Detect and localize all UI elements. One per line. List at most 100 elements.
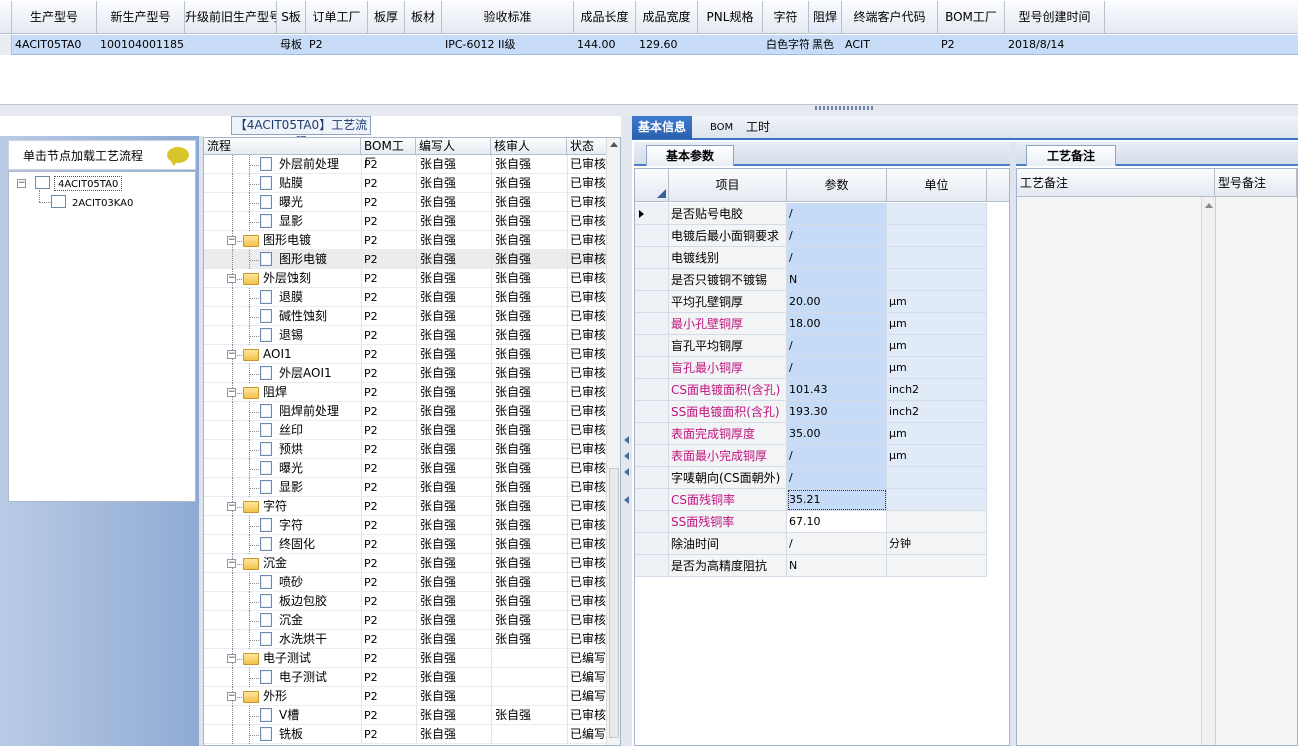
param-row[interactable]: CS面残铜率 35.21 xyxy=(635,489,1009,511)
param-row[interactable]: 平均孔壁铜厚 20.00 μm xyxy=(635,291,1009,313)
col-item[interactable]: 项目 xyxy=(669,169,787,202)
col-board-thickness[interactable]: 板厚 xyxy=(368,1,405,34)
process-row[interactable]: 碱性蚀刻 P2 张自强 张自强 已审核 xyxy=(204,307,608,326)
col-model-note[interactable]: 型号备注 xyxy=(1215,169,1297,197)
cell-board-material[interactable] xyxy=(408,35,442,55)
param-value[interactable]: / xyxy=(787,335,887,357)
param-value[interactable]: N xyxy=(787,555,887,577)
process-row[interactable]: − 外形 P2 张自强 已编写 xyxy=(204,687,608,706)
collapse-toggle-icon[interactable]: − xyxy=(227,236,236,245)
col-legend-color[interactable]: 字符 xyxy=(763,1,809,34)
process-row[interactable]: − 图形电镀 P2 张自强 张自强 已审核 xyxy=(204,231,608,250)
param-value[interactable]: 35.00 xyxy=(787,423,887,445)
tree-node-root[interactable]: 4ACIT05TA0 xyxy=(54,176,123,191)
middle-splitter[interactable] xyxy=(621,116,632,746)
process-row[interactable]: 电子测试 P2 张自强 已编写 xyxy=(204,668,608,687)
param-row[interactable]: 是否贴号电胶 / xyxy=(635,203,1009,225)
cell-board-thickness[interactable] xyxy=(371,35,405,55)
process-row[interactable]: 铣板 P2 张自强 已编写 xyxy=(204,725,608,744)
col-pnl-spec[interactable]: PNL规格 xyxy=(698,1,763,34)
process-row[interactable]: − 字符 P2 张自强 张自强 已审核 xyxy=(204,497,608,516)
cell-s-board[interactable]: 母板 xyxy=(280,35,306,55)
process-row[interactable]: V槽 P2 张自强 张自强 已审核 xyxy=(204,706,608,725)
param-value[interactable]: 35.21 xyxy=(787,489,887,511)
cell-product-width[interactable]: 129.60 xyxy=(639,35,698,55)
cell-new-prod-model[interactable]: 10010400118550 xyxy=(100,35,185,55)
process-row[interactable]: − 阻焊 P2 张自强 张自强 已审核 xyxy=(204,383,608,402)
collapse-toggle-icon[interactable]: − xyxy=(227,559,236,568)
col-s-board[interactable]: S板 xyxy=(277,1,306,34)
process-row[interactable]: 喷砂 P2 张自强 张自强 已审核 xyxy=(204,573,608,592)
process-row[interactable]: 退锡 P2 张自强 张自强 已审核 xyxy=(204,326,608,345)
col-product-width[interactable]: 成品宽度 xyxy=(636,1,698,34)
scroll-up-icon[interactable] xyxy=(610,142,618,147)
process-row[interactable]: 曝光 P2 张自强 张自强 已审核 xyxy=(204,459,608,478)
param-value[interactable]: / xyxy=(787,445,887,467)
cell-pnl-spec[interactable] xyxy=(701,35,763,55)
param-row[interactable]: 是否为高精度阻抗 N xyxy=(635,555,1009,577)
param-row[interactable]: 盲孔平均铜厚 / μm xyxy=(635,335,1009,357)
process-row[interactable]: 外层前处理 P2 张自强 张自强 已审核 xyxy=(204,155,608,174)
param-row[interactable]: 电镀后最小面铜要求 / xyxy=(635,225,1009,247)
col-solder-mask[interactable]: 阻焊 xyxy=(809,1,842,34)
param-value[interactable]: 193.30 xyxy=(787,401,887,423)
cell-solder-mask[interactable]: 黑色 xyxy=(812,35,842,55)
col-status[interactable]: 状态 xyxy=(567,138,608,155)
col-value[interactable]: 参数 xyxy=(787,169,887,202)
param-row[interactable]: 除油时间 / 分钟 xyxy=(635,533,1009,555)
param-value[interactable]: / xyxy=(787,533,887,555)
col-model-created-time[interactable]: 型号创建时间 xyxy=(1005,1,1105,34)
col-author[interactable]: 编写人 xyxy=(416,138,491,155)
col-customer-code[interactable]: 终端客户代码 xyxy=(842,1,938,34)
process-row[interactable]: 沉金 P2 张自强 张自强 已审核 xyxy=(204,611,608,630)
col-bom-factory[interactable]: BOM工厂 xyxy=(938,1,1005,34)
param-value[interactable]: / xyxy=(787,225,887,247)
tree-node-child[interactable]: 2ACIT03KA0 xyxy=(72,196,133,211)
process-row[interactable]: 丝印 P2 张自强 张自强 已审核 xyxy=(204,421,608,440)
collapse-toggle-icon[interactable]: − xyxy=(227,692,236,701)
process-row[interactable]: 预烘 P2 张自强 张自强 已审核 xyxy=(204,440,608,459)
param-value[interactable]: / xyxy=(787,203,887,225)
col-acceptance-std[interactable]: 验收标准 xyxy=(442,1,574,34)
cell-prod-model[interactable]: 4ACIT05TA0 xyxy=(15,35,97,55)
process-row[interactable]: 终固化 P2 张自强 张自强 已审核 xyxy=(204,535,608,554)
load-process-button[interactable]: 单击节点加载工艺流程 xyxy=(8,140,196,170)
param-value[interactable]: 18.00 xyxy=(787,313,887,335)
tab-basic-params[interactable]: 基本参数 xyxy=(646,145,734,166)
process-row[interactable]: 显影 P2 张自强 张自强 已审核 xyxy=(204,212,608,231)
tab-craft-notes[interactable]: 工艺备注 xyxy=(1026,145,1116,166)
param-value[interactable]: 20.00 xyxy=(787,291,887,313)
collapse-toggle-icon[interactable]: − xyxy=(227,350,236,359)
col-unit[interactable]: 单位 xyxy=(887,169,987,202)
param-row[interactable]: 是否只镀铜不镀锡 N xyxy=(635,269,1009,291)
param-row[interactable]: SS面电镀面积(含孔) 193.30 inch2 xyxy=(635,401,1009,423)
cell-customer-code[interactable]: ACIT xyxy=(845,35,938,55)
process-row[interactable]: 外层AOI1 P2 张自强 张自强 已审核 xyxy=(204,364,608,383)
collapse-toggle-icon[interactable]: − xyxy=(227,654,236,663)
process-scrollbar[interactable] xyxy=(606,138,620,745)
process-row[interactable]: − 外层蚀刻 P2 张自强 张自强 已审核 xyxy=(204,269,608,288)
tab-work-hours[interactable]: 工时 xyxy=(740,116,776,139)
param-row[interactable]: 最小孔壁铜厚 18.00 μm xyxy=(635,313,1009,335)
param-row[interactable]: 字唛朝向(CS面朝外) / xyxy=(635,467,1009,489)
notes-scrollbar[interactable] xyxy=(1201,197,1215,745)
param-row[interactable]: 电镀线别 / xyxy=(635,247,1009,269)
col-order-factory[interactable]: 订单工厂 xyxy=(306,1,368,34)
col-prod-model[interactable]: 生产型号 xyxy=(12,1,97,34)
collapse-toggle-icon[interactable]: − xyxy=(227,388,236,397)
collapse-toggle-icon[interactable]: − xyxy=(227,274,236,283)
cell-legend-color[interactable]: 白色字符 xyxy=(766,35,809,55)
col-board-material[interactable]: 板材 xyxy=(405,1,442,34)
process-row[interactable]: 水洗烘干 P2 张自强 张自强 已审核 xyxy=(204,630,608,649)
process-row[interactable]: − 沉金 P2 张自强 张自强 已审核 xyxy=(204,554,608,573)
cell-order-factory[interactable]: P2 xyxy=(309,35,368,55)
process-row[interactable]: − 电子测试 P2 张自强 已编写 xyxy=(204,649,608,668)
param-row[interactable]: 表面完成铜厚度 35.00 μm xyxy=(635,423,1009,445)
process-row[interactable]: 图形电镀 P2 张自强 张自强 已审核 xyxy=(204,250,608,269)
param-row[interactable]: 盲孔最小铜厚 / μm xyxy=(635,357,1009,379)
cell-bom-factory[interactable]: P2 xyxy=(941,35,1005,55)
col-reviewer[interactable]: 核审人 xyxy=(491,138,567,155)
param-value[interactable]: / xyxy=(787,467,887,489)
collapse-toggle-icon[interactable]: − xyxy=(17,179,26,188)
tab-bom[interactable]: BOM xyxy=(704,116,739,139)
